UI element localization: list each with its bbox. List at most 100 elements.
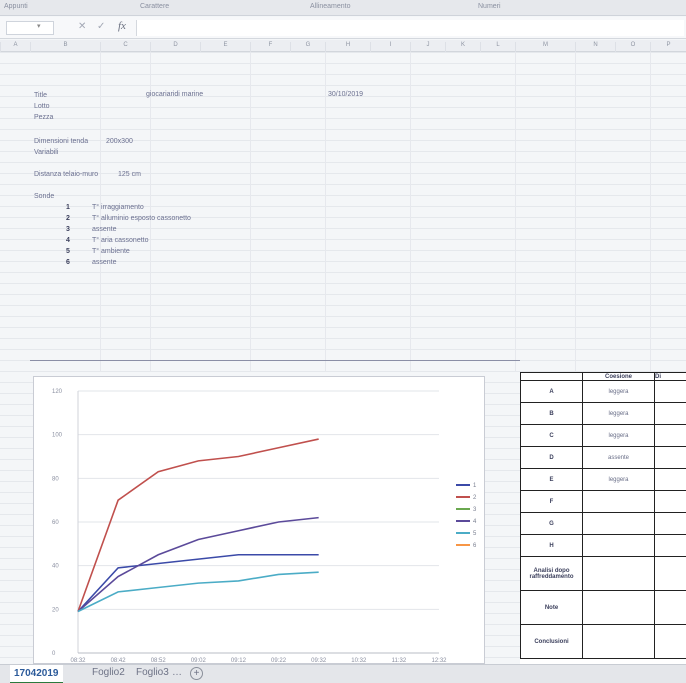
table-cell[interactable] xyxy=(654,446,686,469)
sonda-description[interactable]: T° aria cassonetto xyxy=(92,237,149,244)
sheet-tab[interactable]: Foglio3 xyxy=(136,667,169,678)
y-tick-label: 20 xyxy=(52,607,59,613)
column-header[interactable]: N xyxy=(575,42,615,52)
table-corner[interactable] xyxy=(520,372,583,381)
table-cell[interactable] xyxy=(654,534,686,557)
column-header[interactable]: K xyxy=(445,42,480,52)
excel-window: Appunti Carattere Allineamento Numeri ▾ … xyxy=(0,0,686,683)
table-cell[interactable] xyxy=(654,424,686,447)
row-label-note[interactable]: Note xyxy=(520,590,583,625)
table-cell[interactable] xyxy=(654,490,686,513)
table-cell[interactable] xyxy=(654,590,686,625)
cell-title-value[interactable]: giocariaridi marine xyxy=(146,91,203,98)
grid-line xyxy=(575,52,576,372)
row-label[interactable]: C xyxy=(520,424,583,447)
table-cell[interactable] xyxy=(654,512,686,535)
cohesion-value[interactable] xyxy=(582,534,655,557)
row-label[interactable]: D xyxy=(520,446,583,469)
legend-label: 6 xyxy=(473,543,477,549)
cancel-icon[interactable]: ✕ xyxy=(78,21,86,32)
formula-input[interactable] xyxy=(136,20,684,36)
table-cell[interactable] xyxy=(654,380,686,403)
column-header[interactable]: P xyxy=(650,42,686,52)
column-header[interactable]: B xyxy=(30,42,100,52)
table-cell[interactable] xyxy=(654,402,686,425)
row-label[interactable]: B xyxy=(520,402,583,425)
confirm-icon[interactable]: ✓ xyxy=(97,21,105,32)
ribbon-group-alignment[interactable]: Allineamento xyxy=(310,3,350,10)
column-header[interactable]: F xyxy=(250,42,290,52)
cohesion-value[interactable] xyxy=(582,512,655,535)
cohesion-value[interactable]: leggera xyxy=(582,424,655,447)
name-box[interactable]: ▾ xyxy=(6,21,54,35)
sonda-description[interactable]: T° irraggiamento xyxy=(92,204,144,211)
chart-svg: 02040608010012008:32 08:42 08:52 09:02 09:12… xyxy=(52,389,477,664)
row-label-analisi[interactable]: Analisi dopo raffreddamento xyxy=(520,556,583,591)
select-all-corner[interactable]: A xyxy=(0,42,30,52)
column-header[interactable]: G xyxy=(290,42,325,52)
row-label[interactable]: F xyxy=(520,490,583,513)
sonda-number[interactable]: 6 xyxy=(66,259,70,266)
sonda-description[interactable]: T° ambiente xyxy=(92,248,130,255)
table-cell[interactable] xyxy=(654,468,686,491)
ribbon-group-clipboard[interactable]: Appunti xyxy=(4,3,28,10)
cohesion-value[interactable]: assente xyxy=(582,446,655,469)
sheet-tab-active[interactable]: 17042019 xyxy=(10,665,63,683)
table-cell[interactable] xyxy=(582,624,655,659)
column-header[interactable]: H xyxy=(325,42,370,52)
sonda-number[interactable]: 2 xyxy=(66,215,70,222)
cell-date[interactable]: 30/10/2019 xyxy=(328,91,363,98)
row-label[interactable]: E xyxy=(520,468,583,491)
cell-dimensions-label[interactable]: Dimensioni tenda xyxy=(34,138,88,145)
table-cell[interactable] xyxy=(582,590,655,625)
column-header[interactable]: J xyxy=(410,42,445,52)
row-label[interactable]: H xyxy=(520,534,583,557)
more-sheets-icon[interactable]: … xyxy=(172,667,182,678)
cell-lotto[interactable]: Lotto xyxy=(34,103,50,110)
cell-sonde-label[interactable]: Sonde xyxy=(34,193,54,200)
sonda-number[interactable]: 3 xyxy=(66,226,70,233)
add-sheet-icon[interactable]: + xyxy=(190,667,203,680)
column-header[interactable]: O xyxy=(615,42,650,52)
row-label-conclusioni[interactable]: Conclusioni xyxy=(520,624,583,659)
sonda-number[interactable]: 5 xyxy=(66,248,70,255)
sonda-description[interactable]: T° alluminio esposto cassonetto xyxy=(92,215,191,222)
table-cell[interactable] xyxy=(654,556,686,591)
sheet-tab[interactable]: Foglio2 xyxy=(92,667,125,678)
column-header[interactable]: D xyxy=(150,42,200,52)
insert-function-icon[interactable]: fx xyxy=(118,20,126,32)
row-label[interactable]: A xyxy=(520,380,583,403)
cohesion-value[interactable]: leggera xyxy=(582,380,655,403)
ribbon-group-labels: Appunti Carattere Allineamento Numeri xyxy=(0,0,686,16)
cell-distance-label[interactable]: Distanza telaio-muro xyxy=(34,171,98,178)
ribbon-group-font[interactable]: Carattere xyxy=(140,3,169,10)
cell-distance-value[interactable]: 125 cm xyxy=(118,171,141,178)
cell-variabili[interactable]: Variabili xyxy=(34,149,58,156)
cohesion-value[interactable]: leggera xyxy=(582,468,655,491)
cohesion-value[interactable]: leggera xyxy=(582,402,655,425)
column-header[interactable]: I xyxy=(370,42,410,52)
table-cell[interactable] xyxy=(654,624,686,659)
temperature-line-chart[interactable]: 0 20 40 60 80 100 120 08:32 08:42 08:52 09:02 09:12… xyxy=(33,376,485,664)
sonda-number[interactable]: 1 xyxy=(66,204,70,211)
grid-line xyxy=(325,52,326,372)
column-header[interactable]: C xyxy=(100,42,150,52)
cohesion-value[interactable] xyxy=(582,490,655,513)
y-tick-label: 100 xyxy=(52,433,63,439)
sonda-description[interactable]: assente xyxy=(92,226,117,233)
series-line-4 xyxy=(77,516,319,613)
table-cell[interactable] xyxy=(582,556,655,591)
column-header[interactable]: E xyxy=(200,42,250,52)
column-header[interactable]: L xyxy=(480,42,515,52)
header-coesione[interactable]: Coesione xyxy=(582,372,655,381)
header-di[interactable]: Di xyxy=(654,372,686,381)
sonda-description[interactable]: assente xyxy=(92,259,117,266)
cell-title-label[interactable]: Title xyxy=(34,92,47,99)
cell-dimensions-value[interactable]: 200x300 xyxy=(106,138,133,145)
row-label[interactable]: G xyxy=(520,512,583,535)
column-header[interactable]: M xyxy=(515,42,575,52)
sonda-number[interactable]: 4 xyxy=(66,237,70,244)
cell-pezza[interactable]: Pezza xyxy=(34,114,53,121)
y-tick-label: 0 xyxy=(52,651,56,657)
ribbon-group-numbers[interactable]: Numeri xyxy=(478,3,501,10)
